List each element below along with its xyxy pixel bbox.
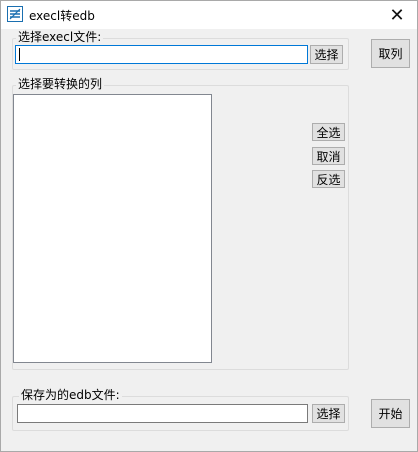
target-file-label: 保存为的edb文件: [19, 388, 122, 402]
target-browse-button[interactable]: 选择 [312, 404, 345, 423]
target-path-input[interactable] [17, 404, 308, 423]
select-all-button[interactable]: 全选 [312, 123, 345, 141]
window-title: execl转edb [29, 9, 95, 23]
columns-listbox[interactable] [13, 94, 212, 363]
start-button[interactable]: 开始 [371, 399, 410, 428]
title-bar[interactable]: execl转edb ✕ [1, 1, 417, 29]
invert-selection-button[interactable]: 反选 [312, 170, 345, 188]
source-file-label: 选择execl文件: [16, 30, 104, 44]
close-icon[interactable]: ✕ [377, 1, 417, 29]
app-window: execl转edb ✕ 选择execl文件: 选择 取列 选择要转换的列 全选 … [0, 0, 418, 452]
columns-label: 选择要转换的列 [16, 77, 105, 91]
source-path-input[interactable] [15, 45, 308, 64]
source-browse-button[interactable]: 选择 [310, 45, 343, 64]
app-icon [7, 6, 23, 22]
text-caret [19, 48, 20, 61]
cancel-selection-button[interactable]: 取消 [312, 147, 345, 165]
fetch-columns-button[interactable]: 取列 [371, 39, 410, 68]
